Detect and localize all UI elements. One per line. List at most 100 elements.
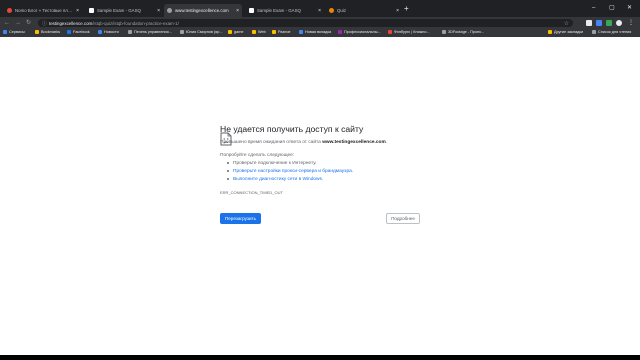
suggestion-link[interactable]: Проверьте настройки прокси-сервера и бра… [233,169,353,174]
reading-list[interactable]: Список для чтения [592,30,631,34]
page-icon [442,30,446,34]
bookmark-star-icon[interactable]: ☆ [564,20,569,27]
tab-favicon-icon [329,8,334,13]
bookmark-label: game [234,30,244,34]
error-page [0,37,640,355]
site-info-icon[interactable]: ⓘ [42,20,47,27]
close-icon[interactable]: × [318,8,321,14]
close-icon[interactable]: × [157,8,160,14]
tab-strip: Nomo Блог » Тестовые площадки × Sample E… [0,0,640,17]
bullet-icon [227,161,229,164]
forward-button[interactable]: → [15,19,21,27]
suggestion-item[interactable]: Проверьте настройки прокси-сервера и бра… [227,168,353,176]
bookmark-item[interactable]: Сервисы [3,30,25,34]
suggestions-heading: Попробуйте сделать следующее: [220,153,295,158]
bookmark-item[interactable]: Новая вкладка [299,30,331,34]
bookmark-folder[interactable]: Разное [272,30,291,34]
url-text[interactable]: testingexcellence.com/istqb-quiz/istqb-f… [49,21,179,26]
extension-icon[interactable] [606,19,612,26]
tab-testingexcellence[interactable]: www.testingexcellence.com × [164,4,242,17]
bookmark-label: Новости [104,30,119,34]
page-icon [128,30,132,34]
browser-toolbar: ← → ↻ ⓘ testingexcellence.com/istqb-quiz… [0,17,640,29]
facebook-icon [67,30,71,34]
bookmark-label: Сервисы [9,30,25,34]
page-icon [299,30,303,34]
page-icon [338,30,342,34]
reading-list-icon [592,30,596,34]
tab-title: Nomo Блог » Тестовые площадки [15,8,74,13]
suggestion-text: Проверьте подключение к Интернету. [233,161,317,166]
bookmark-folder-other[interactable]: Другие закладки [548,30,583,34]
folder-icon [252,30,256,34]
bookmark-label: Список для чтения [598,30,632,34]
tab-title: www.testingexcellence.com [175,8,229,13]
suggestions-list: Проверьте подключение к Интернету. Прове… [227,160,353,184]
error-host: www.testingexcellence.com [322,140,386,145]
maximize-button[interactable]: ▢ [609,4,615,12]
bookmark-item[interactable]: Печень управления... [128,30,172,34]
bookmark-item[interactable]: Bookmarks [35,30,60,34]
bookmark-label: Профессиональны... [344,30,381,34]
tab-sample-exam-2[interactable]: Sample Exam - GASQ × [246,4,324,17]
bullet-icon [227,169,229,172]
bookmarks-bar: Сервисы Bookmarks Facebook Новости Печен… [0,29,640,37]
minimize-button[interactable]: – [592,4,595,12]
tab-title: Sample Exam - GASQ [257,8,301,13]
tab-favicon-icon [89,8,94,13]
tab-title: Quiz [337,8,347,13]
url-host: testingexcellence.com [49,20,93,26]
new-tab-button[interactable]: + [404,5,409,13]
bookmark-item[interactable]: Фэнбургс | Книжно... [388,30,430,34]
close-window-button[interactable]: ✕ [627,4,632,12]
address-bar[interactable]: ⓘ testingexcellence.com/istqb-quiz/istqb… [38,19,573,27]
suggestion-item[interactable]: Выполните диагностику сети в Windows. [227,176,353,184]
tab-nomo-blog[interactable]: Nomo Блог » Тестовые площадки × [4,4,82,17]
star-icon [35,30,39,34]
folder-icon [228,30,232,34]
bookmark-label: Разное [278,30,291,34]
folder-icon [548,30,552,34]
close-icon[interactable]: × [76,8,79,14]
back-button[interactable]: ← [4,19,10,27]
extension-icon[interactable] [586,19,592,26]
tab-favicon-icon [249,8,254,13]
tab-quiz[interactable]: Quiz × [326,4,402,17]
bookmark-folder[interactable]: Web [252,30,266,34]
error-subtitle-prefix: Превышено время ожидания ответа от сайта [220,140,323,145]
globe-icon [167,8,172,13]
menu-icon[interactable]: ⋮ [628,20,634,26]
bookmark-label: Bookmarks [41,30,60,34]
bookmark-item[interactable]: 3DFootage - Проек... [442,30,484,34]
bookmark-label: Юлия Смирнов (яр... [186,30,223,34]
bookmark-label: Facebook [73,30,90,34]
bookmark-item[interactable]: Профессиональны... [338,30,381,34]
error-code: ERR_CONNECTION_TIMED_OUT [220,190,283,195]
close-icon[interactable]: × [236,8,239,14]
bookmark-label: 3DFootage - Проек... [448,30,485,34]
profile-avatar[interactable] [616,19,622,26]
bookmark-label: Печень управления... [134,30,172,34]
bookmark-label: Web [258,30,266,34]
news-icon [98,30,102,34]
error-subtitle: Превышено время ожидания ответа от сайта… [220,140,387,145]
reload-button[interactable]: ↻ [26,19,31,27]
page-icon [180,30,184,34]
extension-icon[interactable] [596,19,602,26]
bookmark-item[interactable]: Новости [98,30,119,34]
details-button[interactable]: Подробнее [386,213,420,224]
tab-title: Sample Exam - GASQ [97,8,141,13]
reload-button[interactable]: Перезагрузить [220,213,261,224]
tab-sample-exam-1[interactable]: Sample Exam - GASQ × [86,4,163,17]
error-title: Не удается получить доступ к сайту [220,124,364,134]
folder-icon [272,30,276,34]
url-path: /istqb-quiz/istqb-foundation-practice-ex… [92,20,179,26]
bookmark-item[interactable]: Юлия Смирнов (яр... [180,30,223,34]
close-icon[interactable]: × [396,8,399,14]
bullet-icon [227,177,229,180]
suggestion-link[interactable]: Выполните диагностику сети в Windows. [233,177,323,182]
apps-icon [3,30,7,34]
bookmark-folder[interactable]: game [228,30,244,34]
tab-favicon-icon [7,8,12,13]
bookmark-item[interactable]: Facebook [67,30,90,34]
